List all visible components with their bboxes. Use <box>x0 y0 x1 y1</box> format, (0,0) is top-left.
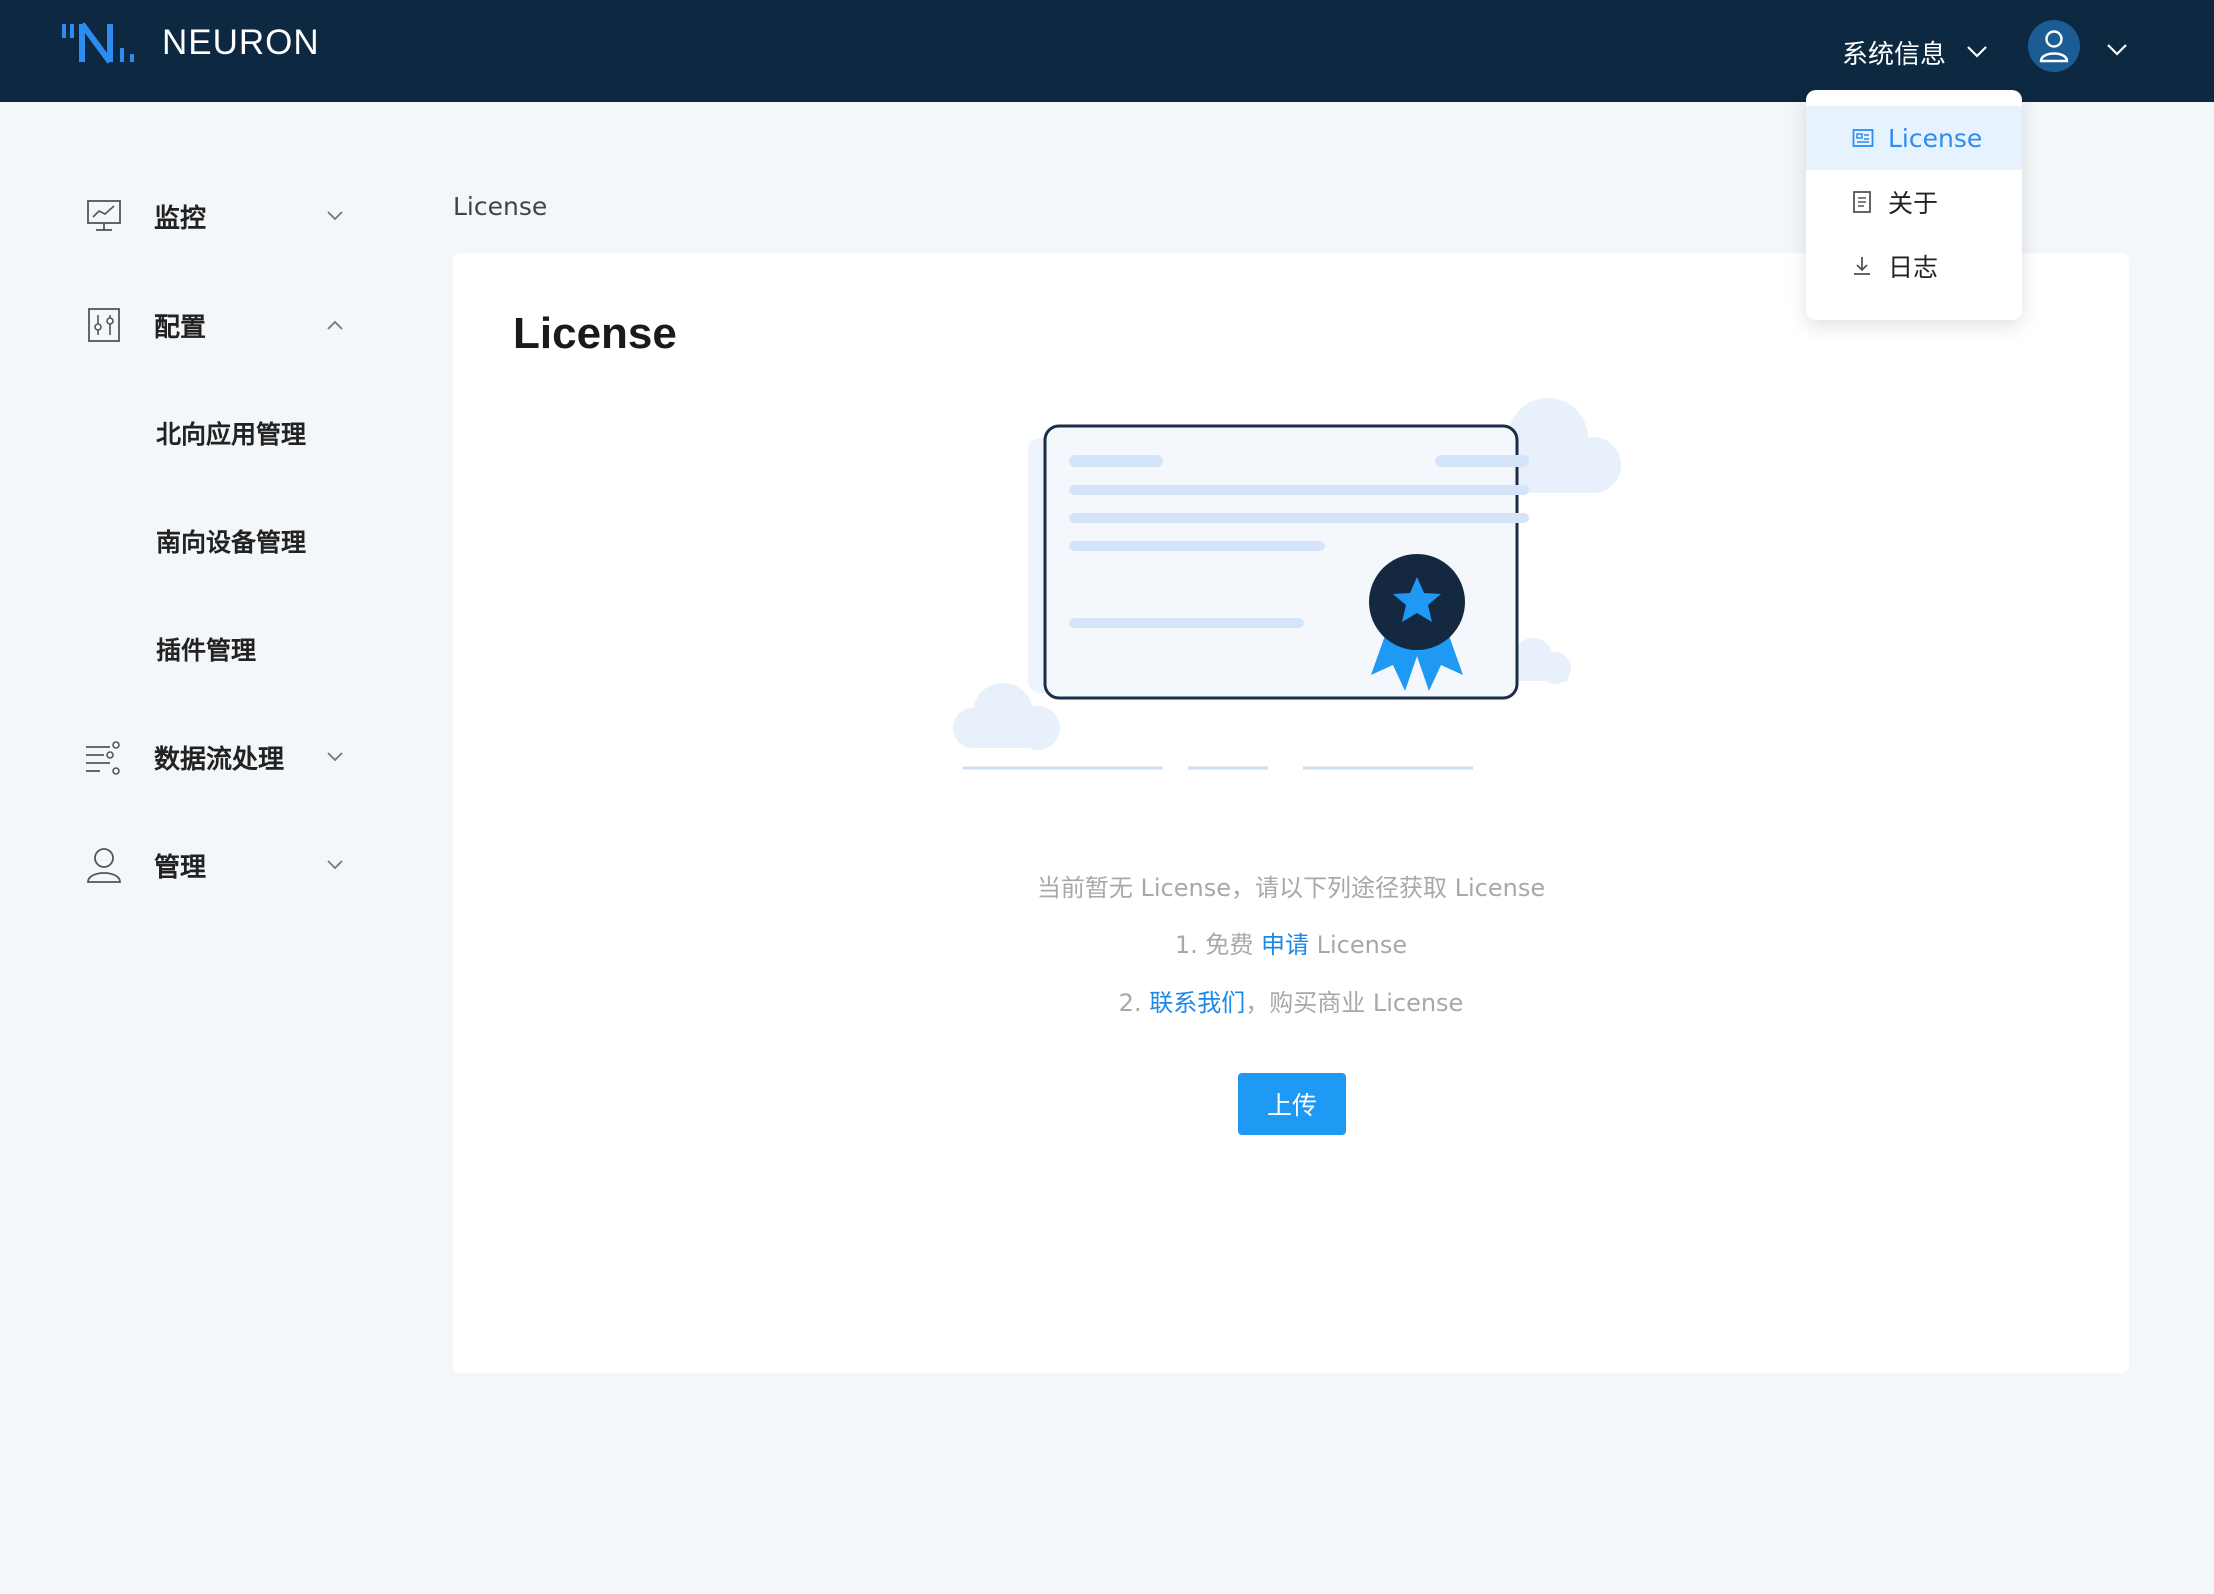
app-logo[interactable]: NEURON <box>60 20 320 66</box>
system-info-dropdown: License 关于 日志 <box>1806 90 2022 320</box>
page-title: License <box>513 309 677 358</box>
contact-us-link[interactable]: 联系我们 <box>1149 989 1245 1017</box>
apply-link[interactable]: 申请 <box>1261 931 1309 959</box>
contact-suffix: ，购买商业 License <box>1245 989 1464 1017</box>
certificate-illustration <box>953 398 1621 770</box>
chevron-down-icon <box>327 860 343 870</box>
sidebar-item-label: 管理 <box>154 852 207 883</box>
sidebar-item-dataflow[interactable]: 数据流处理 <box>84 727 354 787</box>
upload-button[interactable]: 上传 <box>1238 1073 1346 1135</box>
sidebar-subitem-plugin[interactable]: 插件管理 <box>156 624 256 674</box>
apply-line: 1. 免费 申请 License <box>453 925 2129 960</box>
dropdown-item-label: License <box>1888 123 1983 153</box>
apply-prefix: 1. 免费 <box>1174 931 1262 959</box>
chevron-up-icon <box>327 320 343 330</box>
apply-suffix: License <box>1309 931 1408 959</box>
dropdown-item-label: 日志 <box>1888 253 1939 282</box>
top-header: NEURON 系统信息 <box>0 0 2214 102</box>
sidebar-item-monitor[interactable]: 监控 <box>84 186 354 246</box>
dropdown-item-license[interactable]: License <box>1806 106 2022 170</box>
system-info-label: 系统信息 <box>1842 39 1947 70</box>
sidebar-subitem-south-device[interactable]: 南向设备管理 <box>156 516 306 566</box>
app-name: NEURON <box>162 23 320 62</box>
chevron-down-icon[interactable] <box>2106 43 2128 57</box>
dropdown-item-label: 关于 <box>1888 189 1939 218</box>
dropdown-item-log[interactable]: 日志 <box>1806 234 2022 298</box>
dropdown-item-about[interactable]: 关于 <box>1806 170 2022 234</box>
sidebar-item-config[interactable]: 配置 <box>84 295 354 355</box>
breadcrumb: License <box>453 192 548 221</box>
system-info-menu[interactable]: 系统信息 <box>1842 32 1988 72</box>
download-icon <box>1852 254 1874 278</box>
user-icon <box>2039 30 2069 63</box>
neuron-logo-icon <box>62 22 134 64</box>
sidebar-item-manage[interactable]: 管理 <box>84 835 354 895</box>
license-card: License 当前暂无 License，请以下列途径获取 License 1.… <box>453 253 2129 1373</box>
contact-line: 2. 联系我们，购买商业 License <box>453 983 2129 1018</box>
sidebar-subitem-north-app[interactable]: 北向应用管理 <box>156 408 306 458</box>
user-avatar[interactable] <box>2028 20 2080 72</box>
chevron-down-icon <box>1967 46 1987 58</box>
config-icon <box>84 305 124 345</box>
sidebar-item-label: 数据流处理 <box>154 744 285 775</box>
contact-prefix: 2. <box>1118 989 1150 1017</box>
dataflow-icon <box>84 737 124 777</box>
sidebar-item-label: 配置 <box>154 312 207 343</box>
chevron-down-icon <box>327 211 343 221</box>
monitor-icon <box>84 196 124 236</box>
sidebar-item-label: 监控 <box>154 203 207 234</box>
no-license-text: 当前暂无 License，请以下列途径获取 License <box>1036 874 1546 902</box>
user-icon <box>84 845 124 885</box>
license-icon <box>1852 126 1874 150</box>
chevron-down-icon <box>327 752 343 762</box>
document-icon <box>1852 190 1874 214</box>
